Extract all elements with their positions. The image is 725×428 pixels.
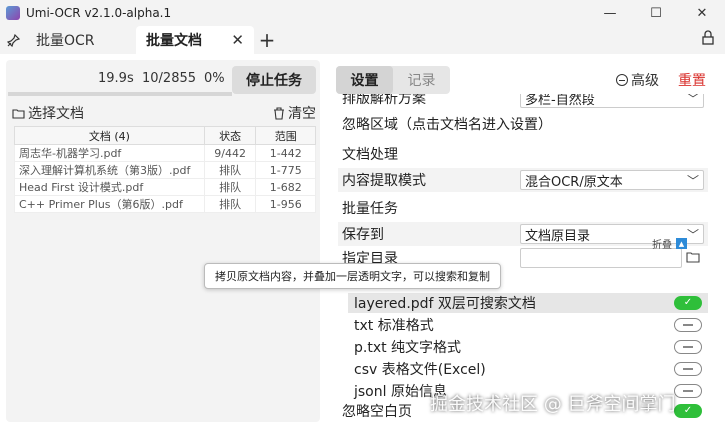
select-docs-button[interactable]: 选择文档	[12, 103, 84, 123]
section-doc-processing: 文档处理	[342, 147, 398, 163]
doc-range: 1-442	[255, 144, 316, 162]
lock-icon[interactable]	[701, 30, 717, 46]
extract-mode-select[interactable]: 混合OCR/原文本 ﹀	[520, 170, 704, 190]
progress-row: 19.9s 10/2855 0% 停止任务	[6, 64, 320, 94]
settings-panel: 设置 记录 高级 重置 排版解析方案 多栏-自然段 ﹀ 忽略区域（点击文档名进入…	[334, 54, 725, 428]
clear-button[interactable]: 清空	[273, 103, 316, 123]
select-value: 混合OCR/原文本	[525, 174, 623, 190]
format-label: csv 表格文件(Excel)	[354, 362, 486, 378]
setting-label: 保存到	[342, 227, 384, 243]
toggle-switch[interactable]	[674, 404, 702, 418]
fold-label: 折叠	[652, 240, 672, 251]
close-button[interactable]: ✕	[679, 0, 725, 26]
chevron-down-icon: ﹀	[686, 94, 699, 106]
task-panel: 19.9s 10/2855 0% 停止任务 选择文档 清空 文档 (4) 状态	[6, 60, 320, 422]
doc-status: 排队	[203, 178, 257, 196]
window-title: Umi-OCR v2.1.0-alpha.1	[26, 6, 172, 20]
doc-name[interactable]: 深入理解计算机系统（第3版）.pdf	[14, 161, 205, 179]
maximize-button[interactable]: ☐	[633, 0, 679, 26]
column-header-range[interactable]: 范围	[255, 126, 316, 145]
window-controls: — ☐ ✕	[587, 0, 725, 26]
format-label: layered.pdf 双层可搜索文档	[354, 296, 536, 312]
progress-bar	[8, 92, 232, 96]
column-header-doc[interactable]: 文档 (4)	[14, 126, 205, 145]
folder-icon	[12, 108, 25, 119]
elapsed-time: 19.9s	[98, 71, 134, 86]
format-txt[interactable]: txt 标准格式	[348, 315, 708, 335]
trash-icon	[274, 106, 284, 120]
advanced-label: 高级	[631, 73, 659, 89]
tab-label: 批量OCR	[36, 33, 95, 49]
table-row[interactable]: 深入理解计算机系统（第3版）.pdf 排队 1-775	[14, 161, 316, 179]
tab-records[interactable]: 记录	[393, 66, 450, 94]
doc-actions: 选择文档 清空	[6, 100, 320, 124]
layout-parse-select[interactable]: 多栏-自然段 ﹀	[520, 94, 704, 108]
title-bar: Umi-OCR v2.1.0-alpha.1 — ☐ ✕	[0, 0, 725, 26]
tab-settings[interactable]: 设置	[336, 66, 393, 94]
toggle-switch[interactable]	[674, 340, 702, 354]
toggle-switch[interactable]	[674, 318, 702, 332]
select-docs-label: 选择文档	[28, 106, 84, 122]
doc-name[interactable]: 周志华-机器学习.pdf	[14, 144, 205, 162]
doc-status: 排队	[203, 161, 257, 179]
setting-label: 排版解析方案	[342, 94, 426, 107]
target-dir-input[interactable]	[520, 248, 682, 268]
doc-range: 1-775	[255, 161, 316, 179]
chevron-down-icon: ﹀	[686, 174, 699, 188]
minimize-button[interactable]: —	[587, 0, 633, 26]
pin-icon[interactable]	[0, 26, 26, 54]
progress-percent: 0%	[204, 71, 225, 86]
toggle-switch[interactable]	[674, 296, 702, 310]
clear-label: 清空	[288, 106, 316, 122]
fold-toggle[interactable]: 折叠 ▲	[652, 236, 687, 251]
doc-status: 排队	[203, 195, 257, 213]
doc-status: 9/442	[203, 144, 257, 162]
tab-label: 批量文档	[146, 33, 202, 49]
setting-label: 内容提取模式	[342, 173, 426, 189]
setting-label: 忽略空白页	[342, 404, 412, 420]
doc-range: 1-956	[255, 195, 316, 213]
table-row[interactable]: C++ Primer Plus（第6版）.pdf 排队 1-956	[14, 195, 316, 213]
column-header-status[interactable]: 状态	[203, 126, 257, 145]
add-tab-button[interactable]: +	[254, 26, 280, 54]
tab-batch-doc[interactable]: 批量文档 ✕	[136, 26, 254, 54]
toggle-switch[interactable]	[674, 362, 702, 376]
panel-switch: 设置 记录	[336, 66, 450, 94]
app-icon	[6, 6, 20, 20]
toggle-switch[interactable]	[674, 384, 702, 398]
table-row[interactable]: Head First 设计模式.pdf 排队 1-682	[14, 178, 316, 196]
minus-circle-icon	[616, 74, 628, 86]
watermark: 掘金技术社区 @ 巨斧空间掌门	[430, 394, 676, 415]
table-header-row: 文档 (4) 状态 范围	[14, 126, 316, 145]
caret-up-icon: ▲	[676, 238, 687, 249]
tab-batch-ocr[interactable]: 批量OCR	[26, 26, 136, 54]
format-label: p.txt 纯文字格式	[354, 340, 462, 356]
format-label: txt 标准格式	[354, 318, 434, 334]
doc-name[interactable]: C++ Primer Plus（第6版）.pdf	[14, 195, 205, 213]
format-csv[interactable]: csv 表格文件(Excel)	[348, 359, 708, 379]
folder-icon[interactable]	[686, 251, 702, 265]
doc-range: 1-682	[255, 178, 316, 196]
advanced-toggle[interactable]: 高级	[616, 70, 659, 90]
tab-bar: 批量OCR 批量文档 ✕ +	[0, 26, 725, 54]
select-value: 多栏-自然段	[525, 94, 595, 108]
select-value: 文档原目录	[525, 228, 591, 244]
format-layered-pdf[interactable]: layered.pdf 双层可搜索文档	[348, 293, 708, 313]
progress-count: 10/2855	[142, 71, 197, 86]
doc-table: 文档 (4) 状态 范围 周志华-机器学习.pdf 9/442 1-442 深入…	[14, 126, 316, 213]
setting-ignore-area[interactable]: 忽略区域（点击文档名进入设置）	[338, 112, 708, 136]
tab-close-icon[interactable]: ✕	[231, 31, 244, 49]
format-ptxt[interactable]: p.txt 纯文字格式	[348, 337, 708, 357]
doc-name[interactable]: Head First 设计模式.pdf	[14, 178, 205, 196]
setting-label: 忽略区域（点击文档名进入设置）	[342, 117, 552, 133]
reset-button[interactable]: 重置	[678, 70, 706, 90]
stop-task-button[interactable]: 停止任务	[232, 66, 316, 94]
tooltip: 拷贝原文档内容，并叠加一层透明文字，可以搜索和复制	[204, 263, 501, 289]
chevron-down-icon: ﹀	[686, 228, 699, 242]
main-area: 19.9s 10/2855 0% 停止任务 选择文档 清空 文档 (4) 状态	[0, 54, 725, 428]
table-row[interactable]: 周志华-机器学习.pdf 9/442 1-442	[14, 144, 316, 162]
section-batch-task: 批量任务	[342, 201, 398, 217]
